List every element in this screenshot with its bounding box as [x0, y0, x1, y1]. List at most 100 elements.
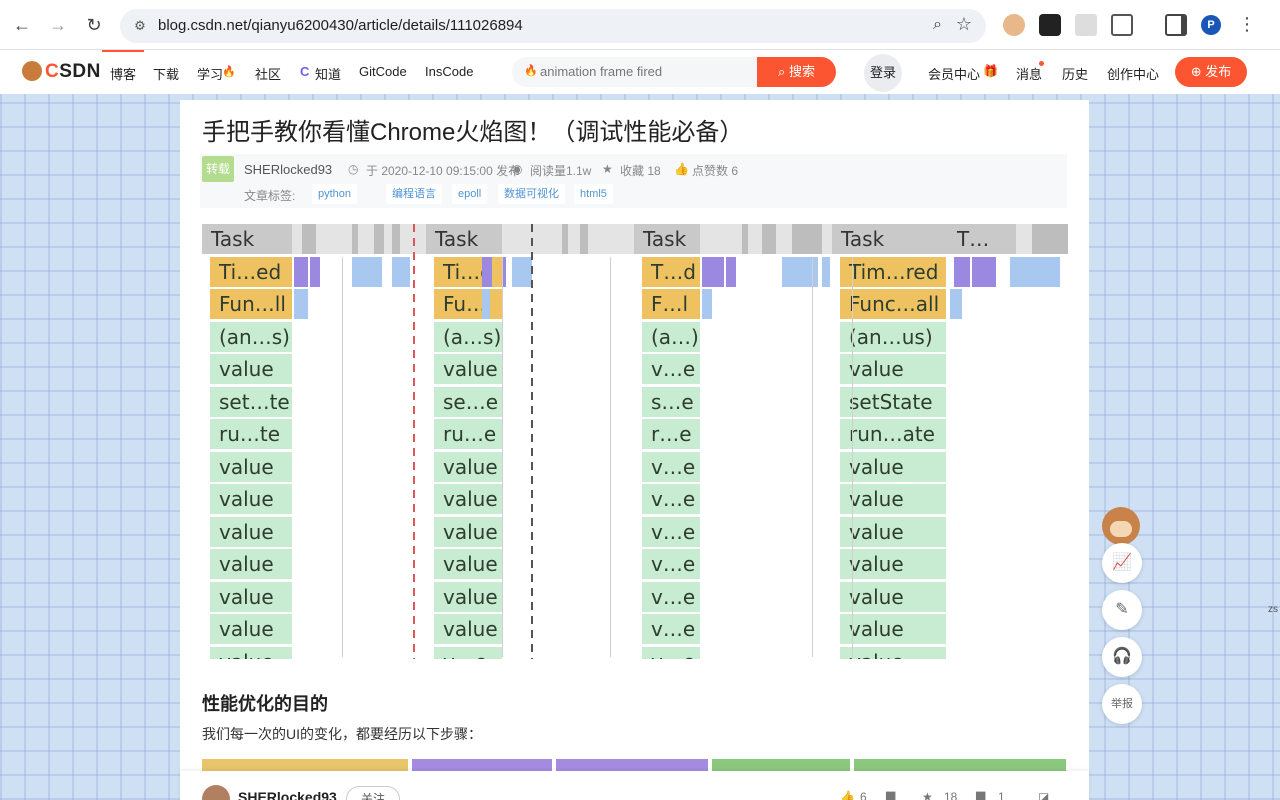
- flame-cell: v…e: [642, 549, 700, 579]
- flame-cell: value: [434, 354, 502, 384]
- nav-blog[interactable]: 博客: [110, 64, 136, 83]
- flame-cell: Fun…ll: [210, 289, 292, 319]
- search-icon: ⌕: [778, 64, 789, 79]
- back-icon[interactable]: ←: [10, 13, 34, 37]
- task-sliver: [1032, 224, 1068, 254]
- flame-cell: set…te: [210, 386, 292, 417]
- bottom-comment-icon[interactable]: ▇: [976, 790, 985, 800]
- task-sliver: [742, 224, 748, 254]
- reload-icon[interactable]: ↻: [82, 13, 106, 37]
- flame-cell: ru…e: [434, 419, 502, 449]
- nav-gitcode[interactable]: GitCode: [359, 64, 407, 79]
- flame-cell: value: [840, 516, 946, 547]
- address-bar[interactable]: ⚙ blog.csdn.net/qianyu6200430/article/de…: [120, 9, 986, 43]
- task-sliver: [762, 224, 776, 254]
- bottom-favorite-count: 18: [944, 790, 958, 800]
- flame-cell: s…e: [642, 386, 700, 417]
- author-link[interactable]: SHERlocked93: [244, 162, 332, 177]
- clock-icon: ◷: [348, 162, 359, 176]
- site-info-icon[interactable]: ⚙: [130, 16, 150, 36]
- extensions-puzzle-icon[interactable]: [1111, 14, 1133, 36]
- tag-python[interactable]: python: [312, 184, 358, 204]
- nav-download[interactable]: 下载: [153, 64, 179, 83]
- thumb-up-icon: 👍: [674, 162, 689, 176]
- message-badge: [1039, 61, 1044, 66]
- gift-icon: 🎁: [983, 64, 998, 78]
- side-edge-tab[interactable]: zs: [1268, 604, 1278, 615]
- nav-vip-center[interactable]: 会员中心: [928, 64, 980, 83]
- blue-sliver: [950, 289, 962, 319]
- report-button[interactable]: 举报: [1102, 684, 1142, 724]
- tag-data-viz[interactable]: 数据可视化: [498, 184, 565, 204]
- search-placeholder: animation frame fired: [540, 64, 663, 79]
- browser-menu-icon[interactable]: ⋮: [1238, 14, 1256, 35]
- customer-service-icon[interactable]: 🎧: [1102, 637, 1142, 677]
- purple-sliver: [702, 256, 724, 287]
- side-panel-icon[interactable]: [1165, 14, 1187, 36]
- flame-cell: v…e: [642, 354, 700, 384]
- flame-cell: value: [210, 451, 292, 482]
- url-text: blog.csdn.net/qianyu6200430/article/deta…: [158, 17, 523, 34]
- bookmark-star-icon[interactable]: ☆: [956, 14, 972, 35]
- tag-epoll[interactable]: epoll: [452, 184, 488, 204]
- browser-toolbar: ← → ↻ ⚙ blog.csdn.net/qianyu6200430/arti…: [0, 0, 1280, 50]
- csdn-logo[interactable]: CSDN: [22, 60, 100, 84]
- bottom-share-icon[interactable]: ◪: [1038, 790, 1049, 800]
- tag-programming[interactable]: 编程语言: [386, 184, 442, 204]
- flame-cell: Task: [202, 224, 292, 254]
- trend-chart-icon[interactable]: 📈: [1102, 543, 1142, 583]
- bottom-author-name[interactable]: SHERlocked93: [238, 789, 337, 800]
- flame-cell: (a…): [642, 321, 700, 352]
- flame-cell: v…e: [642, 581, 700, 612]
- blue-sliver: [702, 289, 712, 319]
- grid-line: [502, 256, 503, 657]
- search-button[interactable]: ⌕ 搜索: [757, 57, 836, 87]
- flame-cell: F…l: [642, 289, 700, 319]
- zoom-icon[interactable]: ⌕: [933, 16, 942, 34]
- extension-dark-icon[interactable]: [1039, 14, 1061, 36]
- flame-cell: (an…s): [210, 321, 292, 352]
- author-avatar[interactable]: [202, 785, 230, 800]
- flame-cell: value: [840, 581, 946, 612]
- purple-sliver: [726, 256, 736, 287]
- profile-avatar[interactable]: P: [1201, 15, 1221, 35]
- nav-zhidao[interactable]: 知道: [315, 64, 341, 83]
- flame-cell: Tim…red: [840, 256, 946, 287]
- task-sliver: [374, 224, 384, 254]
- purple-sliver: [294, 256, 308, 287]
- flame-cell: ru…te: [210, 419, 292, 449]
- flame-cell: run…ate: [840, 419, 946, 449]
- flame-cell: value: [434, 484, 502, 514]
- blue-sliver: [512, 256, 532, 287]
- nav-history[interactable]: 历史: [1062, 64, 1088, 83]
- flame-cell: value: [840, 484, 946, 514]
- like-count[interactable]: 点赞数 6: [692, 162, 738, 179]
- task-sliver: [302, 224, 316, 254]
- nav-community[interactable]: 社区: [255, 64, 281, 83]
- nav-creator-center[interactable]: 创作中心: [1107, 64, 1159, 83]
- forward-icon[interactable]: →: [46, 13, 70, 37]
- zhidao-icon: C: [300, 64, 310, 79]
- nav-learn[interactable]: 学习: [197, 64, 223, 83]
- extension-grey-icon[interactable]: [1075, 14, 1097, 36]
- login-button[interactable]: 登录: [864, 54, 902, 92]
- search-input[interactable]: 🔥 animation frame fired: [512, 57, 758, 87]
- repost-badge: 转载: [202, 156, 234, 182]
- tag-html5[interactable]: html5: [574, 184, 613, 204]
- favorite-count[interactable]: 收藏 18: [620, 162, 661, 179]
- publish-button[interactable]: ⊕ 发布: [1175, 57, 1247, 87]
- flame-cell: value: [210, 549, 292, 579]
- purple-sliver: [954, 256, 970, 287]
- bottom-star-icon[interactable]: ★: [922, 790, 933, 800]
- bottom-like-icon[interactable]: 👍: [840, 790, 855, 800]
- extension-mascot-icon[interactable]: [1003, 14, 1025, 36]
- follow-button[interactable]: 关注: [346, 786, 400, 800]
- edit-note-icon[interactable]: ✎: [1102, 590, 1142, 630]
- blue-sliver: [822, 256, 830, 287]
- favorite-star-icon: ★: [602, 162, 613, 176]
- nav-messages[interactable]: 消息: [1016, 64, 1042, 83]
- flame-cell: T…: [948, 224, 1016, 254]
- bottom-dislike-icon[interactable]: ▇: [886, 790, 895, 800]
- flame-cell: v…e: [642, 516, 700, 547]
- nav-inscode[interactable]: InsCode: [425, 64, 473, 79]
